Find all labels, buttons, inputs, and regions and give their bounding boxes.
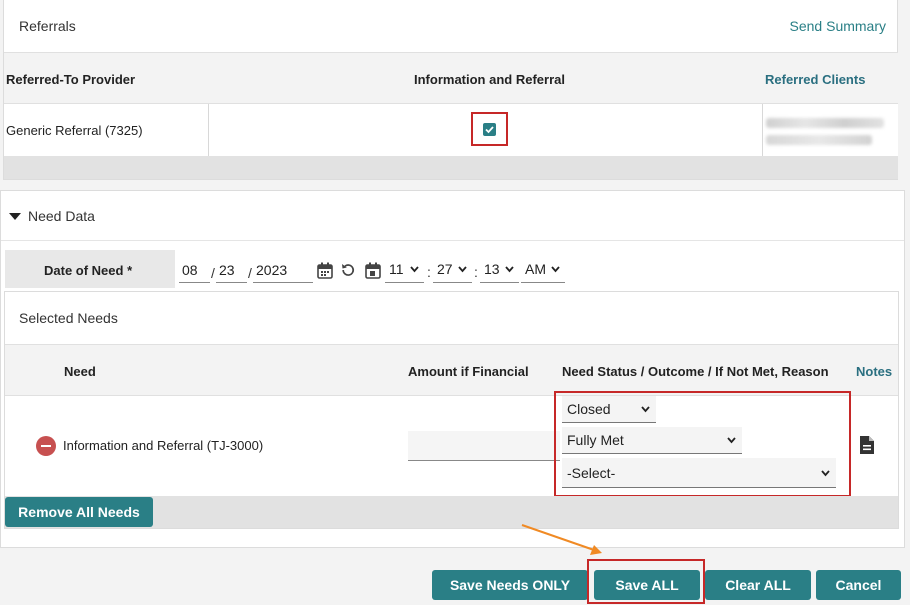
reset-icon[interactable] xyxy=(340,262,356,281)
hour-select[interactable]: 11 xyxy=(385,257,424,283)
column-divider xyxy=(208,104,209,156)
referrals-panel: Referrals Send Summary Referred-To Provi… xyxy=(3,0,898,180)
table-footer xyxy=(4,156,898,179)
checkbox-checked-icon[interactable] xyxy=(483,123,496,136)
calendar-icon[interactable] xyxy=(365,262,381,282)
need-data-header[interactable]: Need Data xyxy=(1,191,904,241)
second-value: 13 xyxy=(484,261,500,277)
col-amount: Amount if Financial xyxy=(408,364,529,379)
date-of-need-label-text: Date of Need xyxy=(44,263,124,278)
time-separator: : xyxy=(474,264,478,280)
minute-value: 27 xyxy=(437,261,453,277)
redacted-client-name xyxy=(766,135,872,145)
date-separator: / xyxy=(248,265,252,281)
highlight-box: Closed Fully Met -Select- xyxy=(554,391,851,497)
send-summary-link[interactable]: Send Summary xyxy=(790,18,886,34)
table-row: Information and Referral (TJ-3000) Close… xyxy=(5,391,898,497)
minute-select[interactable]: 27 xyxy=(433,257,472,283)
save-all-button[interactable]: Save ALL xyxy=(594,570,700,600)
chevron-down-icon xyxy=(551,266,560,273)
col-information-and-referral: Information and Referral xyxy=(414,72,565,87)
amount-input[interactable] xyxy=(408,431,560,461)
outcome-select[interactable]: Fully Met xyxy=(562,427,742,454)
chevron-down-icon xyxy=(821,470,830,477)
ampm-select[interactable]: AM xyxy=(521,257,565,283)
save-needs-only-button[interactable]: Save Needs ONLY xyxy=(432,570,588,600)
day-input[interactable] xyxy=(216,257,247,283)
col-referred-clients[interactable]: Referred Clients xyxy=(765,72,865,87)
date-of-need-label: Date of Need * xyxy=(44,263,132,278)
arrow-annotation xyxy=(521,524,602,555)
need-data-title: Need Data xyxy=(28,208,95,224)
selected-needs-panel: Selected Needs Need Amount if Financial … xyxy=(4,291,899,529)
ampm-value: AM xyxy=(525,261,546,277)
table-row: Generic Referral (7325) xyxy=(4,104,898,156)
selected-needs-title: Selected Needs xyxy=(19,310,118,326)
col-need: Need xyxy=(64,364,96,379)
column-divider xyxy=(762,104,763,156)
chevron-down-icon xyxy=(410,266,419,273)
selected-needs-header: Need Amount if Financial Need Status / O… xyxy=(5,344,898,396)
chevron-down-icon xyxy=(641,406,650,413)
col-referred-to-provider: Referred-To Provider xyxy=(6,72,136,87)
required-mark: * xyxy=(127,263,133,278)
chevron-down-icon xyxy=(458,266,467,273)
status-select[interactable]: Closed xyxy=(562,396,656,423)
remove-all-needs-button[interactable]: Remove All Needs xyxy=(5,497,153,527)
reason-value: -Select- xyxy=(567,465,616,481)
chevron-down-icon xyxy=(727,437,736,444)
date-separator: / xyxy=(211,265,215,281)
note-document-icon[interactable] xyxy=(859,435,875,458)
time-separator: : xyxy=(427,264,431,280)
provider-name: Generic Referral (7325) xyxy=(6,123,143,138)
caret-down-icon[interactable] xyxy=(9,213,21,220)
cancel-button[interactable]: Cancel xyxy=(816,570,901,600)
redacted-client-name xyxy=(766,118,884,128)
highlight-box xyxy=(471,112,508,146)
need-data-panel: Need Data Date of Need * / / 11 : 27 : 1… xyxy=(0,190,905,548)
col-notes: Notes xyxy=(856,364,893,379)
referrals-table-header: Referred-To Provider Information and Ref… xyxy=(4,52,898,104)
clear-all-button[interactable]: Clear ALL xyxy=(705,570,811,600)
referrals-title: Referrals xyxy=(19,18,76,34)
col-status: Need Status / Outcome / If Not Met, Reas… xyxy=(562,364,829,379)
hour-value: 11 xyxy=(389,261,404,277)
outcome-value: Fully Met xyxy=(567,432,624,448)
chevron-down-icon xyxy=(505,266,514,273)
year-input[interactable] xyxy=(253,257,313,283)
status-value: Closed xyxy=(567,401,611,417)
reason-select[interactable]: -Select- xyxy=(562,458,836,488)
calendar-icon[interactable] xyxy=(317,262,333,282)
remove-need-icon[interactable] xyxy=(36,436,56,456)
second-select[interactable]: 13 xyxy=(480,257,519,283)
need-name: Information and Referral (TJ-3000) xyxy=(63,438,264,453)
month-input[interactable] xyxy=(179,257,210,283)
